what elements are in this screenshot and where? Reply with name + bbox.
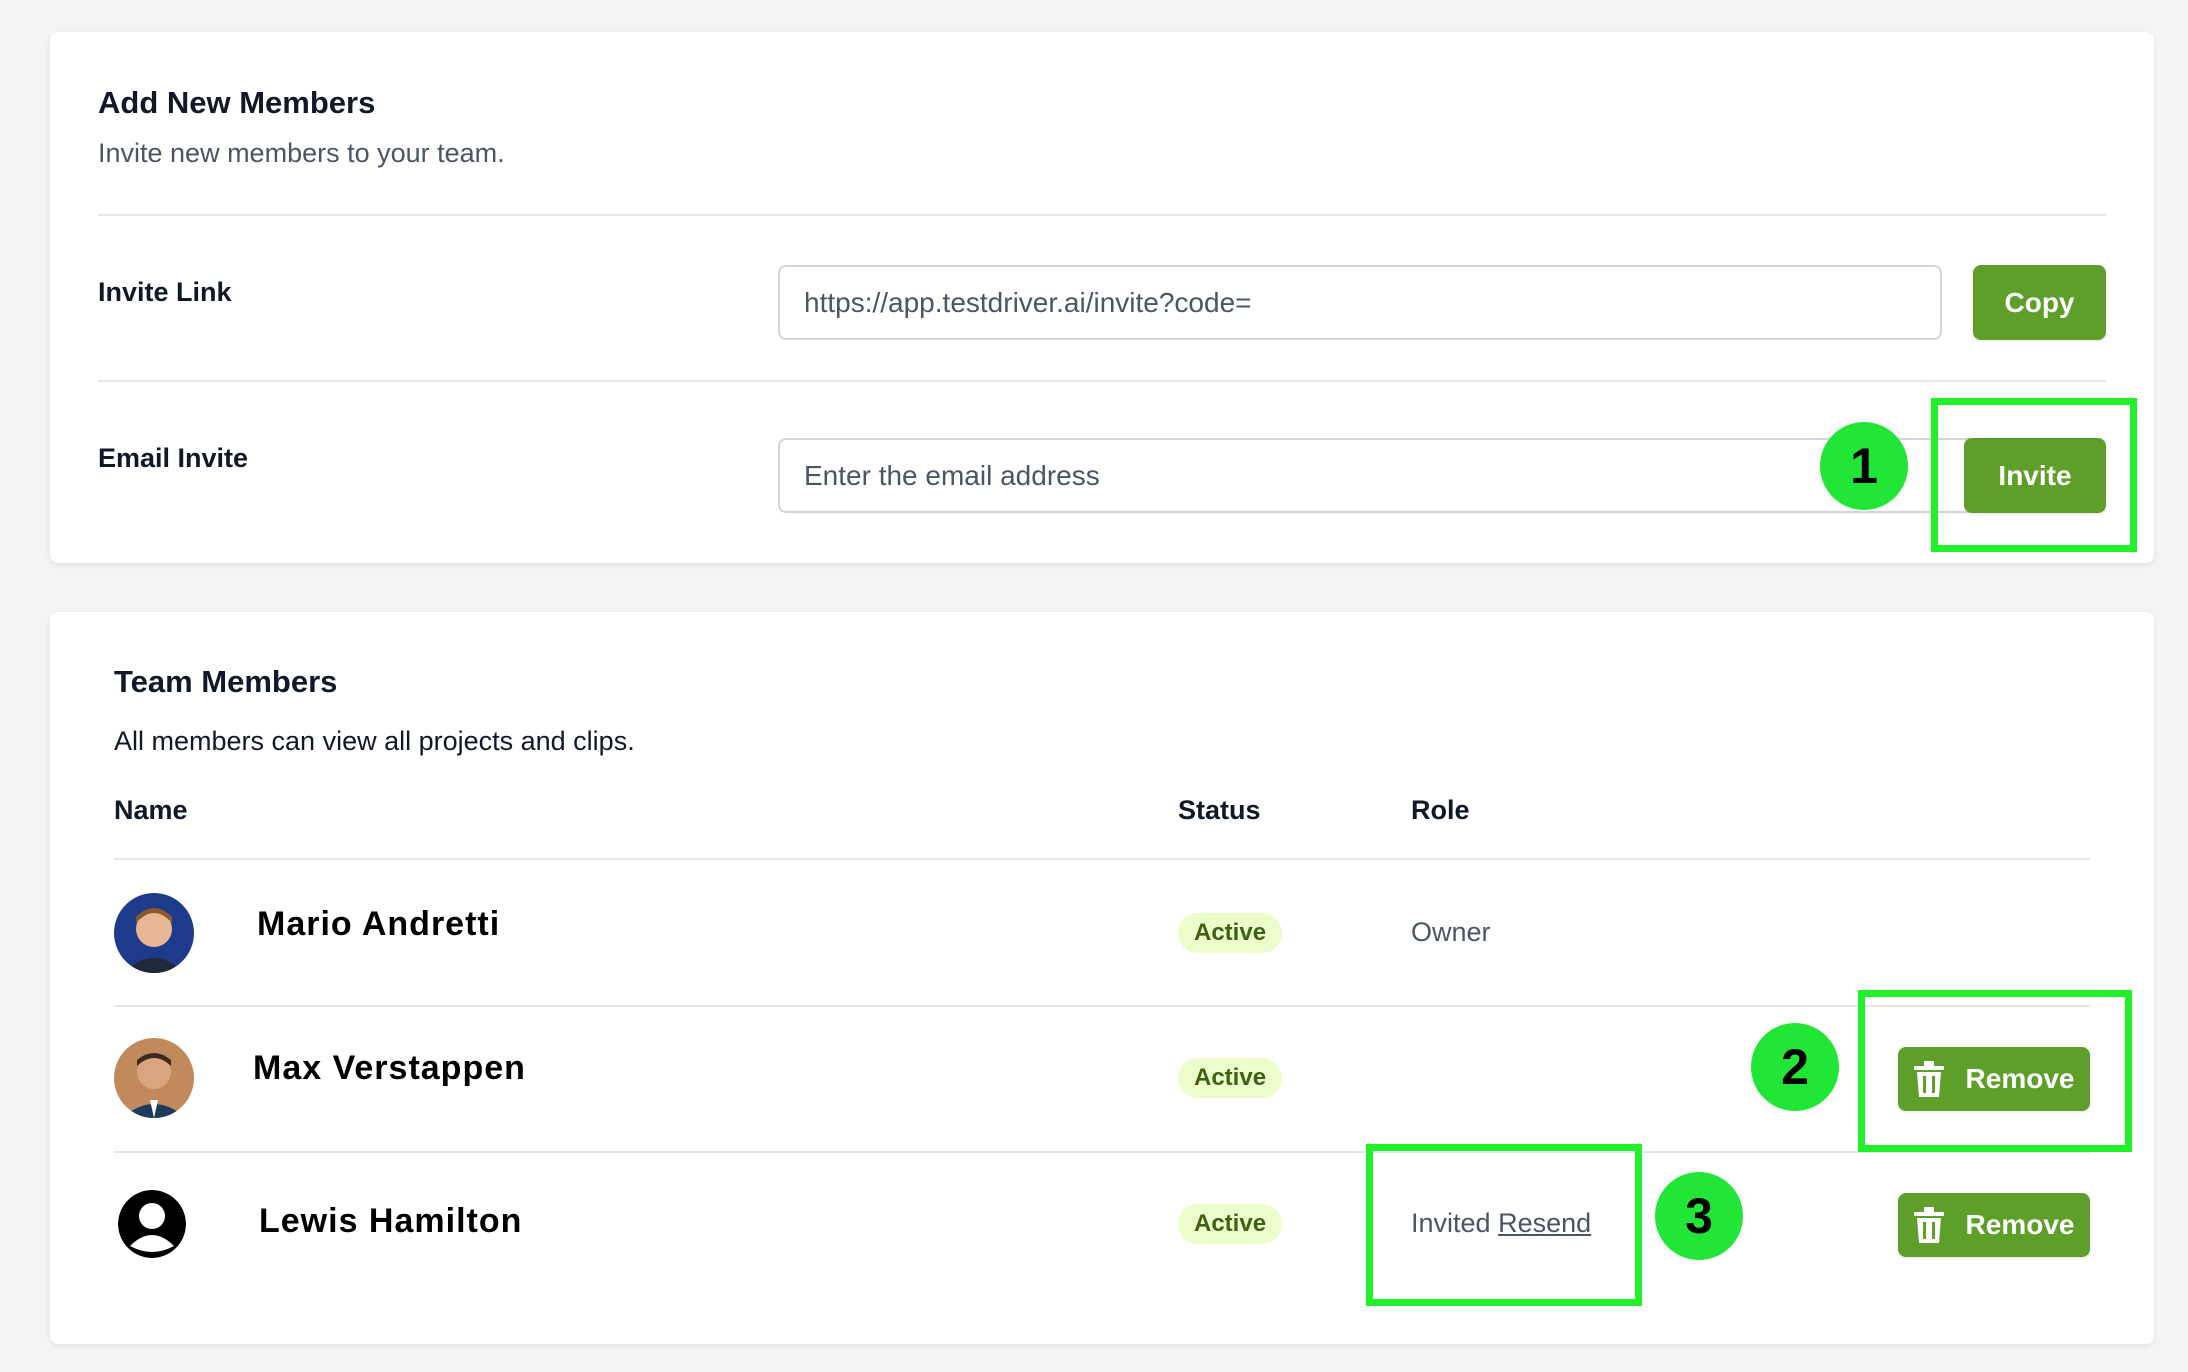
add-members-title: Add New Members <box>98 85 376 120</box>
team-members-title: Team Members <box>114 664 338 699</box>
user-avatar-icon <box>118 1190 186 1258</box>
annotation-badge-1: 1 <box>1820 422 1908 510</box>
table-header-divider <box>114 858 2090 860</box>
member-name: Lewis Hamilton <box>259 1202 523 1240</box>
row-divider <box>114 1151 2090 1153</box>
invite-link-input[interactable] <box>778 265 1942 340</box>
trash-icon <box>1913 1207 1944 1243</box>
email-invite-label: Email Invite <box>98 443 249 473</box>
column-header-role: Role <box>1411 795 1470 825</box>
team-members-subtitle: All members can view all projects and cl… <box>114 726 635 756</box>
annotation-box-2 <box>1858 990 2132 1152</box>
annotation-box-1 <box>1931 398 2137 552</box>
annotation-badge-3: 3 <box>1655 1172 1743 1260</box>
member-name: Mario Andretti <box>257 905 501 943</box>
member-name: Max Verstappen <box>253 1049 526 1087</box>
annotation-box-3 <box>1366 1144 1642 1306</box>
annotation-badge-2: 2 <box>1751 1023 1839 1111</box>
member-role: Owner <box>1411 917 1491 947</box>
divider <box>98 214 2106 216</box>
copy-button[interactable]: Copy <box>1973 265 2106 340</box>
column-header-status: Status <box>1178 795 1261 825</box>
remove-button-label: Remove <box>1965 1209 2075 1240</box>
avatar <box>114 1038 194 1118</box>
status-badge: Active <box>1178 1204 1283 1244</box>
invite-link-label: Invite Link <box>98 277 232 307</box>
team-members-card: Team Members All members can view all pr… <box>50 612 2154 1344</box>
email-input[interactable] <box>778 438 1980 513</box>
status-badge: Active <box>1178 913 1283 953</box>
status-badge: Active <box>1178 1058 1283 1098</box>
avatar <box>114 893 194 973</box>
remove-button[interactable]: Remove <box>1898 1193 2090 1257</box>
column-header-name: Name <box>114 795 188 825</box>
divider <box>98 380 2106 382</box>
add-members-subtitle: Invite new members to your team. <box>98 138 505 168</box>
row-divider <box>114 1005 2090 1007</box>
